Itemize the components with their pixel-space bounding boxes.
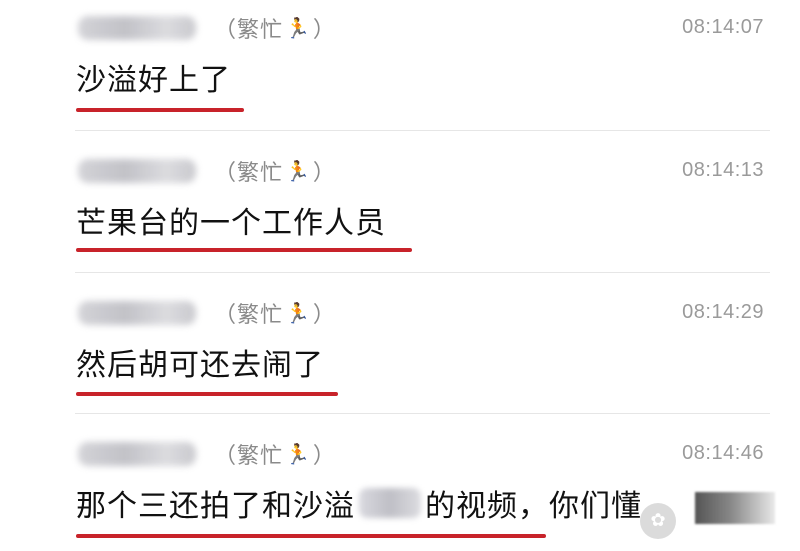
red-underline xyxy=(76,248,412,252)
red-underline xyxy=(76,108,244,112)
chat-log: （繁忙 🏃 ） 08:14:07 沙溢好上了 （繁忙 🏃 ） 08:14:13 … xyxy=(0,0,800,551)
divider xyxy=(75,130,770,131)
redacted-name-blur xyxy=(359,488,421,518)
wechat-logo-icon: ✿ xyxy=(640,503,676,539)
divider xyxy=(75,272,770,273)
red-underline xyxy=(76,392,338,396)
sender-row: （繁忙 🏃 ） xyxy=(78,438,336,470)
red-underline xyxy=(76,534,546,538)
message-text: 芒果台的一个工作人员 xyxy=(76,206,386,241)
status-label: （繁忙 🏃 ） xyxy=(214,16,336,43)
pixelated-corner-redaction xyxy=(695,492,775,524)
message-text-part: 那个三还拍了和沙溢 xyxy=(76,489,355,524)
chat-message: （繁忙 🏃 ） 08:14:13 芒果台的一个工作人员 xyxy=(0,143,800,283)
running-person-icon: 🏃 xyxy=(285,301,311,325)
message-text: 那个三还拍了和沙溢 的视频，你们懂 xyxy=(76,481,642,525)
timestamp: 08:14:46 xyxy=(682,442,764,464)
chat-message: （繁忙 🏃 ） 08:14:07 沙溢好上了 xyxy=(0,0,800,140)
status-label: （繁忙 🏃 ） xyxy=(214,159,336,186)
timestamp: 08:14:29 xyxy=(682,301,764,323)
message-text: 沙溢好上了 xyxy=(76,63,231,98)
divider xyxy=(75,413,770,414)
running-person-icon: 🏃 xyxy=(285,442,311,466)
blurred-sender-name xyxy=(78,301,196,325)
sender-row: （繁忙 🏃 ） xyxy=(78,12,336,44)
status-label: （繁忙 🏃 ） xyxy=(214,301,336,328)
sender-row: （繁忙 🏃 ） xyxy=(78,155,336,187)
chat-message: （繁忙 🏃 ） 08:14:29 然后胡可还去闹了 xyxy=(0,285,800,425)
timestamp: 08:14:07 xyxy=(682,16,764,38)
message-text-part: 的视频，你们懂 xyxy=(425,489,642,524)
timestamp: 08:14:13 xyxy=(682,159,764,181)
running-person-icon: 🏃 xyxy=(285,16,311,40)
chat-message: （繁忙 🏃 ） 08:14:46 那个三还拍了和沙溢 的视频，你们懂 xyxy=(0,426,800,551)
sender-row: （繁忙 🏃 ） xyxy=(78,297,336,329)
blurred-sender-name xyxy=(78,16,196,40)
blurred-sender-name xyxy=(78,159,196,183)
status-label: （繁忙 🏃 ） xyxy=(214,442,336,469)
blurred-sender-name xyxy=(78,442,196,466)
running-person-icon: 🏃 xyxy=(285,159,311,183)
message-text: 然后胡可还去闹了 xyxy=(76,348,324,383)
